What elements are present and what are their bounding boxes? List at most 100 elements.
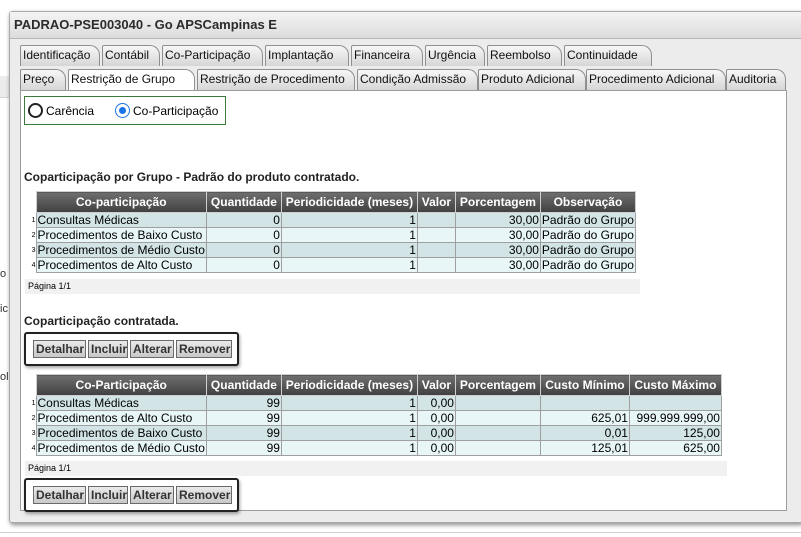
index-header bbox=[25, 374, 36, 396]
tab-financeira[interactable]: Financeira bbox=[351, 45, 423, 66]
row-index: 2 bbox=[25, 410, 36, 426]
tab-auditoria[interactable]: Auditoria bbox=[726, 69, 786, 90]
cell-valor bbox=[416, 257, 456, 273]
column-header[interactable]: Porcentagem bbox=[454, 191, 541, 213]
table-row[interactable]: 1 Consultas Médicas 0 1 30,00 Padrão do … bbox=[25, 212, 636, 228]
cell-coparticipacao: Consultas Médicas bbox=[35, 395, 207, 411]
row-index: 4 bbox=[25, 440, 36, 456]
restriction-type-group: Carência Co-Participação bbox=[24, 96, 226, 125]
remover-button[interactable]: Remover bbox=[176, 486, 232, 504]
cell-coparticipacao: Procedimentos de Alto Custo bbox=[35, 257, 207, 273]
radio-button-carencia[interactable] bbox=[28, 103, 43, 118]
table-row[interactable]: 3 Procedimentos de Médio Custo 0 1 30,00… bbox=[25, 242, 636, 258]
cell-porcentagem: 30,00 bbox=[454, 257, 541, 273]
table-row[interactable]: 2 Procedimentos de Alto Custo 99 1 0,00 … bbox=[25, 410, 722, 426]
tab-restricao-de-grupo[interactable]: Restrição de Grupo bbox=[68, 69, 195, 90]
incluir-button[interactable]: Incluir bbox=[88, 340, 128, 358]
column-header[interactable]: Periodicidade (meses) bbox=[280, 374, 418, 396]
tab-contabil[interactable]: Contábil bbox=[102, 45, 160, 66]
column-header[interactable]: Porcentagem bbox=[454, 374, 541, 396]
column-header[interactable]: Valor bbox=[416, 191, 456, 213]
cell-coparticipacao: Consultas Médicas bbox=[35, 212, 207, 228]
column-header[interactable]: Valor bbox=[416, 374, 456, 396]
cell-quantidade: 0 bbox=[205, 242, 282, 258]
cell-periodicidade: 1 bbox=[280, 212, 418, 228]
column-header[interactable]: Custo Mínimo bbox=[539, 374, 630, 396]
cell-coparticipacao: Procedimentos de Baixo Custo bbox=[35, 227, 207, 243]
cell-porcentagem bbox=[454, 395, 541, 411]
cell-coparticipacao: Procedimentos de Médio Custo bbox=[35, 242, 207, 258]
radio-carencia[interactable]: Carência bbox=[28, 103, 94, 118]
table-row[interactable]: 1 Consultas Médicas 99 1 0,00 bbox=[25, 395, 722, 411]
cell-custo-maximo: 999.999.999,00 bbox=[628, 410, 722, 426]
cell-custo-minimo bbox=[539, 395, 630, 411]
column-header[interactable]: Co-participação bbox=[35, 191, 207, 213]
cell-porcentagem bbox=[454, 425, 541, 441]
section-title-grupo: Coparticipação por Grupo - Padrão do pro… bbox=[24, 170, 360, 184]
cell-porcentagem: 30,00 bbox=[454, 242, 541, 258]
cell-periodicidade: 1 bbox=[280, 395, 418, 411]
contratada-table: Co-Participação Quantidade Periodicidade… bbox=[25, 374, 722, 456]
cell-porcentagem: 30,00 bbox=[454, 212, 541, 228]
table-row[interactable]: 2 Procedimentos de Baixo Custo 0 1 30,00… bbox=[25, 227, 636, 243]
cell-valor: 0,00 bbox=[416, 425, 456, 441]
cell-custo-maximo: 125,00 bbox=[628, 425, 722, 441]
cell-custo-minimo: 625,01 bbox=[539, 410, 630, 426]
background-band bbox=[0, 76, 9, 98]
incluir-button[interactable]: Incluir bbox=[88, 486, 128, 504]
cell-custo-maximo: 625,00 bbox=[628, 440, 722, 456]
tab-urgencia[interactable]: Urgência bbox=[425, 45, 485, 66]
cell-quantidade: 99 bbox=[205, 425, 282, 441]
column-header[interactable]: Quantidade bbox=[205, 374, 282, 396]
radio-button-coparticipacao[interactable] bbox=[115, 103, 130, 118]
row-index: 3 bbox=[25, 242, 36, 258]
cell-observacao: Padrão do Grupo bbox=[539, 227, 636, 243]
tab-reembolso[interactable]: Reembolso bbox=[487, 45, 562, 66]
column-header[interactable]: Quantidade bbox=[205, 191, 282, 213]
column-header[interactable]: Periodicidade (meses) bbox=[280, 191, 418, 213]
tab-continuidade[interactable]: Continuidade bbox=[564, 45, 652, 66]
radio-coparticipacao[interactable]: Co-Participação bbox=[115, 103, 218, 118]
cell-observacao: Padrão do Grupo bbox=[539, 242, 636, 258]
alterar-button[interactable]: Alterar bbox=[130, 340, 174, 358]
cell-custo-minimo: 0,01 bbox=[539, 425, 630, 441]
cell-custo-minimo: 125,01 bbox=[539, 440, 630, 456]
column-header[interactable]: Co-Participação bbox=[35, 374, 207, 396]
cell-valor: 0,00 bbox=[416, 395, 456, 411]
table-row[interactable]: 4 Procedimentos de Alto Custo 0 1 30,00 … bbox=[25, 257, 636, 273]
column-header[interactable]: Custo Máximo bbox=[628, 374, 722, 396]
grupo-table: Co-participação Quantidade Periodicidade… bbox=[25, 191, 636, 273]
cell-coparticipacao: Procedimentos de Médio Custo bbox=[35, 440, 207, 456]
background-divider bbox=[0, 532, 801, 533]
alterar-button[interactable]: Alterar bbox=[130, 486, 174, 504]
tab-produto-adicional[interactable]: Produto Adicional bbox=[478, 69, 586, 90]
tab-restricao-de-procedimento[interactable]: Restrição de Procedimento bbox=[197, 69, 355, 90]
product-window: PADRAO-PSE003040 - Go APSCampinas E Iden… bbox=[9, 11, 801, 523]
tab-preco[interactable]: Preço bbox=[20, 69, 66, 90]
section-title-contratada: Coparticipação contratada. bbox=[24, 314, 179, 328]
row-index: 3 bbox=[25, 425, 36, 441]
cell-periodicidade: 1 bbox=[280, 227, 418, 243]
radio-label-coparticipacao: Co-Participação bbox=[133, 103, 219, 118]
tab-procedimento-adicional[interactable]: Procedimento Adicional bbox=[586, 69, 726, 90]
cell-valor: 0,00 bbox=[416, 410, 456, 426]
window-title-bar[interactable]: PADRAO-PSE003040 - Go APSCampinas E bbox=[10, 12, 801, 39]
table-row[interactable]: 3 Procedimentos de Baixo Custo 99 1 0,00… bbox=[25, 425, 722, 441]
background-text-fragment: ol bbox=[0, 371, 9, 383]
window-title: PADRAO-PSE003040 - Go APSCampinas E bbox=[14, 17, 277, 32]
index-header bbox=[25, 191, 36, 213]
detalhar-button[interactable]: Detalhar bbox=[33, 340, 86, 358]
detalhar-button[interactable]: Detalhar bbox=[33, 486, 86, 504]
table-row[interactable]: 4 Procedimentos de Médio Custo 99 1 0,00… bbox=[25, 440, 722, 456]
contratada-table-header: Co-Participação Quantidade Periodicidade… bbox=[25, 374, 722, 396]
tab-co-participacao[interactable]: Co-Participação bbox=[162, 45, 263, 66]
tab-condicao-admissao[interactable]: Condição Admissão bbox=[357, 69, 478, 90]
column-header[interactable]: Observação bbox=[539, 191, 636, 213]
row-index: 2 bbox=[25, 227, 36, 243]
tab-identificacao[interactable]: Identificação bbox=[20, 45, 100, 66]
cell-porcentagem bbox=[454, 440, 541, 456]
cell-observacao: Padrão do Grupo bbox=[539, 257, 636, 273]
tab-implantacao[interactable]: Implantação bbox=[265, 45, 349, 66]
remover-button[interactable]: Remover bbox=[176, 340, 232, 358]
cell-quantidade: 0 bbox=[205, 257, 282, 273]
